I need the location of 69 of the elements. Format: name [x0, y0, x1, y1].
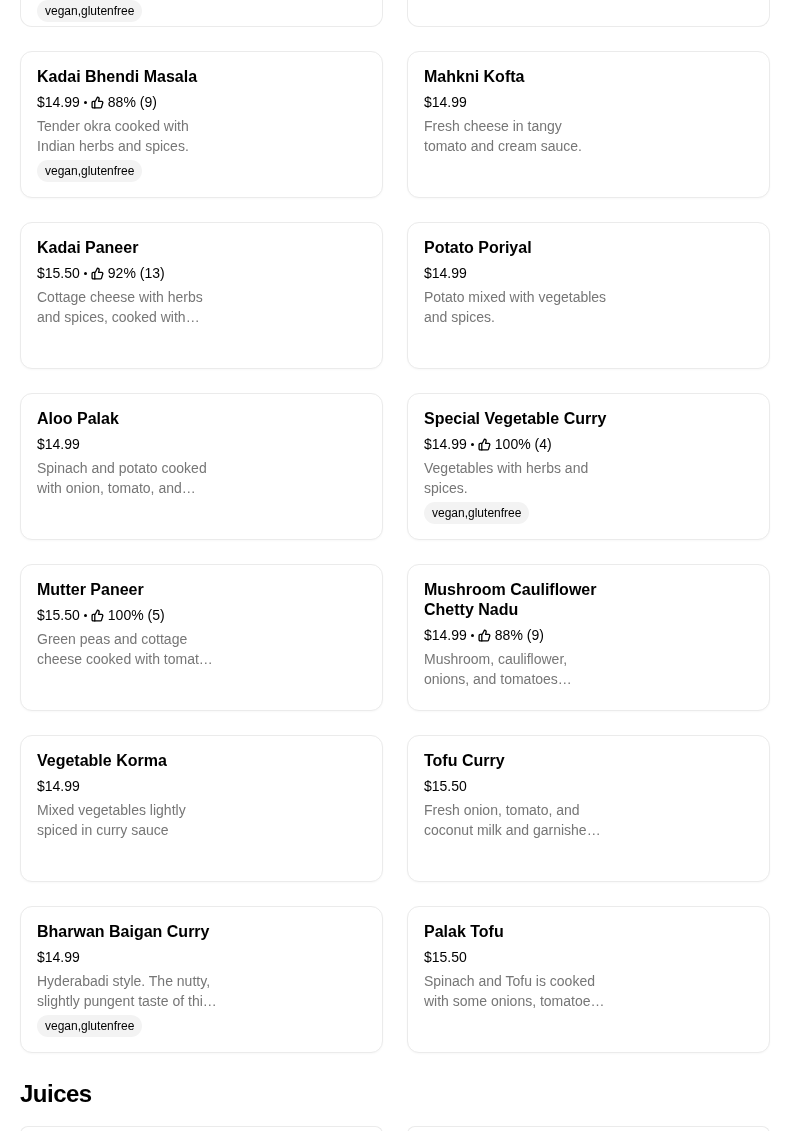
item-name: Bharwan Baigan Curry [37, 922, 210, 942]
item-name: Mushroom Cauliflower Chetty Nadu [424, 580, 598, 620]
item-rating: 88% (9) [494, 626, 544, 645]
item-name: Kadai Bhendi Masala [37, 67, 198, 87]
separator-dot-icon [470, 633, 474, 637]
thumbs-up-icon [90, 95, 104, 109]
menu-item-card[interactable]: Mutter Paneer $15.50 100% (5) Green peas and cottage cheese cooked with tomat… [20, 564, 383, 711]
item-description: Mushroom, cauliflower, onions, and tomatoes… [424, 650, 573, 689]
item-price: $14.99 [37, 777, 80, 796]
item-price: $15.50 [37, 264, 80, 283]
item-price: $15.50 [424, 948, 467, 967]
separator-dot-icon [83, 271, 87, 275]
item-name: Tofu Curry [424, 751, 505, 771]
item-description: Tender okra cooked with Indian herbs and spices. [37, 117, 190, 156]
item-name: Potato Poriyal [424, 238, 532, 258]
menu-item-card[interactable]: Mahkni Kofta $14.99 Fresh cheese in tangy tomato and cream sauce. [407, 51, 770, 198]
item-price: $14.99 [37, 93, 80, 112]
dietary-tag: vegan,glutenfree [37, 1015, 143, 1037]
item-rating: 100% (5) [107, 606, 165, 625]
item-price: $14.99 [37, 948, 80, 967]
item-name: Special Vegetable Curry [424, 409, 607, 429]
dietary-tag: vegan,glutenfree [37, 160, 143, 182]
dietary-tag: vegan,glutenfree [424, 502, 530, 524]
item-description: Vegetables with herbs and spices. [424, 459, 590, 498]
item-description: Hyderabadi style. The nutty, slightly pungent taste of thi… [37, 972, 218, 1011]
menu-item-card[interactable]: Kadai Bhendi Masala $14.99 88% (9) Tender okra cooked with Indian herbs and spices. vegan,glutenfree [20, 51, 383, 198]
item-description: Fresh cheese in tangy tomato and cream sauce. [424, 117, 583, 156]
menu-item-card[interactable]: Kadai Paneer $15.50 92% (13) Cottage cheese with herbs and spices, cooked with… [20, 222, 383, 369]
item-price: $14.99 [37, 435, 80, 454]
thumbs-up-icon [477, 628, 491, 642]
menu-item-card[interactable]: vegan,glutenfree [20, 0, 383, 27]
separator-dot-icon [83, 613, 87, 617]
item-description: Spinach and potato cooked with onion, tomato, and… [37, 459, 208, 498]
item-price: $14.99 [424, 435, 467, 454]
thumbs-up-icon [90, 266, 104, 280]
item-price: $14.99 [424, 626, 467, 645]
item-name: Aloo Palak [37, 409, 119, 429]
menu-item-card[interactable]: Special Vegetable Curry $14.99 100% (4) Vegetables with herbs and spices. vegan,glutenfree [407, 393, 770, 540]
separator-dot-icon [83, 100, 87, 104]
item-name: Mutter Paneer [37, 580, 144, 600]
menu-item-card[interactable]: Mushroom Cauliflower Chetty Nadu $14.99 88% (9) Mushroom, cauliflower, onions, and tomatoes… [407, 564, 770, 711]
item-name: Kadai Paneer [37, 238, 139, 258]
section-heading: Juices [20, 1079, 93, 1109]
menu-item-card[interactable]: Bharwan Baigan Curry $14.99 Hyderabadi style. The nutty, slightly pungent taste of thi… vegan,glutenfree [20, 906, 383, 1053]
item-description: Mixed vegetables lightly spiced in curry sauce [37, 801, 187, 840]
item-price: $14.99 [424, 93, 467, 112]
thumbs-up-icon [477, 437, 491, 451]
menu-item-card[interactable]: Vegetable Korma $14.99 Mixed vegetables lightly spiced in curry sauce [20, 735, 383, 882]
menu-item-card[interactable]: Aloo Palak $14.99 Spinach and potato cooked with onion, tomato, and… [20, 393, 383, 540]
menu-item-card[interactable]: Potato Poriyal $14.99 Potato mixed with vegetables and spices. [407, 222, 770, 369]
item-price: $15.50 [424, 777, 467, 796]
item-rating: 88% (9) [107, 93, 157, 112]
item-rating: 100% (4) [494, 435, 552, 454]
item-name: Mahkni Kofta [424, 67, 525, 87]
item-description: Fresh onion, tomato, and coconut milk and garnishe… [424, 801, 602, 840]
item-description: Cottage cheese with herbs and spices, cooked with… [37, 288, 204, 327]
item-rating: 92% (13) [107, 264, 165, 283]
thumbs-up-icon [90, 608, 104, 622]
item-description: Green peas and cottage cheese cooked with tomat… [37, 630, 214, 669]
menu-item-card[interactable]: Palak Tofu $15.50 Spinach and Tofu is cooked with some onions, tomatoe… [407, 906, 770, 1053]
item-price: $14.99 [424, 264, 467, 283]
menu-item-card[interactable]: Tofu Curry $15.50 Fresh onion, tomato, and coconut milk and garnishe… [407, 735, 770, 882]
item-price: $15.50 [37, 606, 80, 625]
item-description: Spinach and Tofu is cooked with some onions, tomatoe… [424, 972, 606, 1011]
item-description: Potato mixed with vegetables and spices. [424, 288, 608, 327]
item-name: Vegetable Korma [37, 751, 167, 771]
dietary-tag: vegan,glutenfree [37, 0, 143, 22]
item-name: Palak Tofu [424, 922, 504, 942]
separator-dot-icon [470, 442, 474, 446]
